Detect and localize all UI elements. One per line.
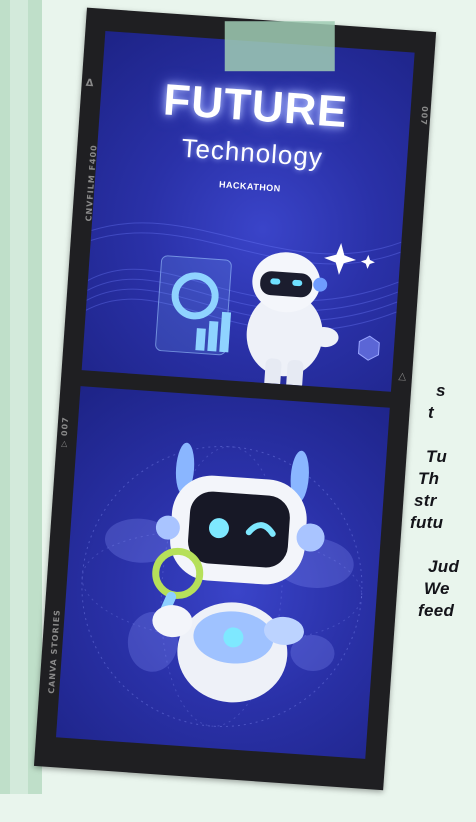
robot-magnifier-frame [55,386,390,759]
sparkle-icon [360,254,375,269]
film-mark-right: ▷ [396,371,409,381]
film-strip: Δ CNVFILM F400 007 ▷ ▷ 007 CANVA STORIES… [33,7,437,791]
film-label-007-right: 007 [418,105,430,127]
left-stripe-inner [10,0,28,794]
masking-tape [224,21,335,72]
astronaut-robot-illustration [155,242,380,391]
left-decorative-stripe [0,0,42,794]
film-strip-collage: Δ CNVFILM F400 007 ▷ ▷ 007 CANVA STORIES… [32,0,468,822]
sparkle-icon [324,242,357,275]
film-mark-top-left: Δ [85,77,95,90]
robot-magnifier-illustration [81,442,363,727]
poster-frame-future-technology: FUTURE Technology HACKATHON [81,31,415,392]
film-label-007-left: ▷ 007 [59,416,71,448]
